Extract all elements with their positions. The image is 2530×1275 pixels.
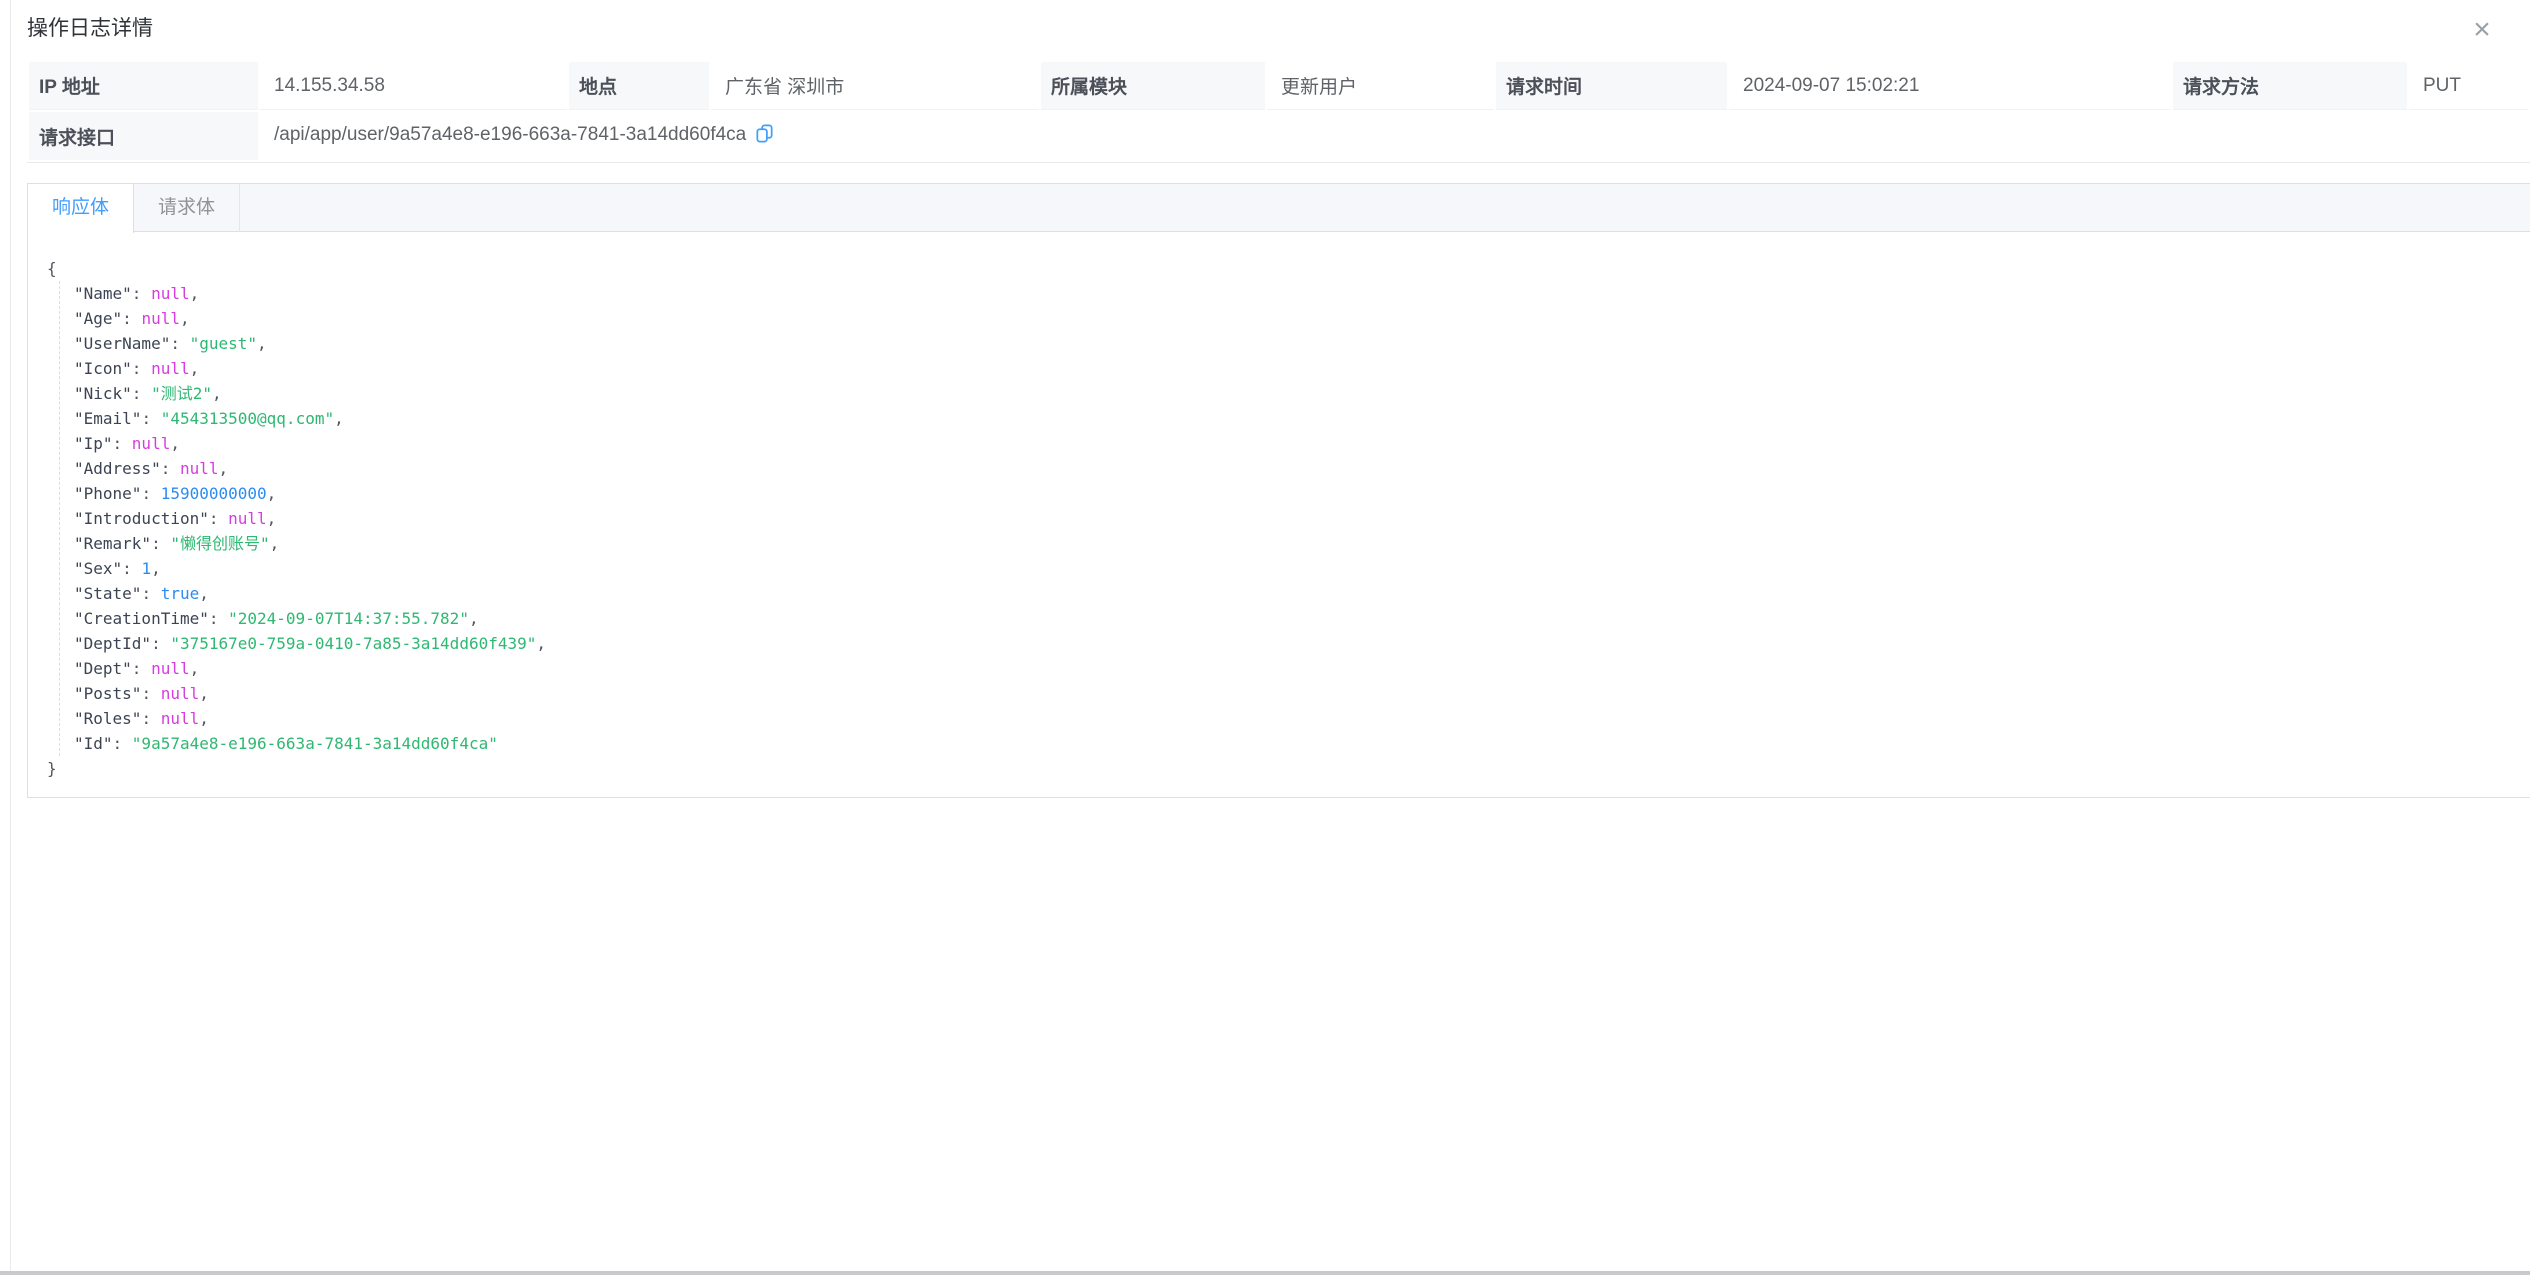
dialog-header: 操作日志详情 × bbox=[11, 0, 2530, 60]
desc-label-request-api: 请求接口 bbox=[29, 112, 258, 160]
json-line: "Name": null, bbox=[47, 281, 2510, 306]
dialog-bottom-edge bbox=[0, 1271, 2530, 1275]
desc-value-location: 广东省 深圳市 bbox=[711, 62, 1039, 110]
desc-row: IP 地址 14.155.34.58 地点 广东省 深圳市 所属模块 更新用户 … bbox=[29, 62, 2528, 110]
close-icon[interactable]: × bbox=[2464, 12, 2500, 48]
request-api-text: /api/app/user/9a57a4e8-e196-663a-7841-3a… bbox=[274, 124, 746, 145]
json-line: "Nick": "测试2", bbox=[47, 381, 2510, 406]
body-tabs-card: 响应体 请求体 {"Name": null,"Age": null,"UserN… bbox=[27, 183, 2530, 798]
desc-label-request-method: 请求方法 bbox=[2173, 62, 2407, 110]
json-line: "Icon": null, bbox=[47, 356, 2510, 381]
desc-value-ip: 14.155.34.58 bbox=[260, 62, 567, 110]
json-line: "Posts": null, bbox=[47, 681, 2510, 706]
log-descriptions: IP 地址 14.155.34.58 地点 广东省 深圳市 所属模块 更新用户 … bbox=[27, 60, 2530, 163]
json-line: "Dept": null, bbox=[47, 656, 2510, 681]
desc-value-request-time: 2024-09-07 15:02:21 bbox=[1729, 62, 2171, 110]
json-line: "Introduction": null, bbox=[47, 506, 2510, 531]
json-line: "Id": "9a57a4e8-e196-663a-7841-3a14dd60f… bbox=[47, 731, 2510, 756]
json-line: "Address": null, bbox=[47, 456, 2510, 481]
json-lines: {"Name": null,"Age": null,"UserName": "g… bbox=[47, 256, 2510, 781]
desc-row: 请求接口 /api/app/user/9a57a4e8-e196-663a-78… bbox=[29, 112, 2528, 160]
desc-value-module: 更新用户 bbox=[1267, 62, 1494, 110]
tab-bar: 响应体 请求体 bbox=[28, 184, 2530, 232]
json-line: "Roles": null, bbox=[47, 706, 2510, 731]
operation-log-detail-dialog: 操作日志详情 × IP 地址 14.155.34.58 地点 广东省 深圳市 所… bbox=[10, 0, 2530, 1271]
json-line: { bbox=[47, 256, 2510, 281]
tab-response-body[interactable]: 响应体 bbox=[28, 184, 134, 233]
json-line: "State": true, bbox=[47, 581, 2510, 606]
indent-guide bbox=[59, 281, 60, 756]
dialog-title: 操作日志详情 bbox=[27, 0, 153, 58]
desc-label-location: 地点 bbox=[569, 62, 709, 110]
json-line: } bbox=[47, 756, 2510, 781]
json-line: "DeptId": "375167e0-759a-0410-7a85-3a14d… bbox=[47, 631, 2510, 656]
json-line: "Remark": "懒得创账号", bbox=[47, 531, 2510, 556]
tab-request-body[interactable]: 请求体 bbox=[134, 184, 240, 232]
desc-label-module: 所属模块 bbox=[1041, 62, 1265, 110]
json-line: "UserName": "guest", bbox=[47, 331, 2510, 356]
desc-label-ip: IP 地址 bbox=[29, 62, 258, 110]
desc-label-request-time: 请求时间 bbox=[1496, 62, 1727, 110]
json-line: "Email": "454313500@qq.com", bbox=[47, 406, 2510, 431]
copy-icon[interactable] bbox=[754, 123, 775, 150]
desc-value-request-api: /api/app/user/9a57a4e8-e196-663a-7841-3a… bbox=[260, 112, 2528, 160]
json-line: "Ip": null, bbox=[47, 431, 2510, 456]
json-line: "Sex": 1, bbox=[47, 556, 2510, 581]
tab-content: {"Name": null,"Age": null,"UserName": "g… bbox=[28, 232, 2530, 797]
json-line: "Age": null, bbox=[47, 306, 2510, 331]
desc-value-request-method: PUT bbox=[2409, 62, 2528, 110]
json-line: "CreationTime": "2024-09-07T14:37:55.782… bbox=[47, 606, 2510, 631]
json-viewer: {"Name": null,"Age": null,"UserName": "g… bbox=[47, 256, 2510, 781]
json-line: "Phone": 15900000000, bbox=[47, 481, 2510, 506]
